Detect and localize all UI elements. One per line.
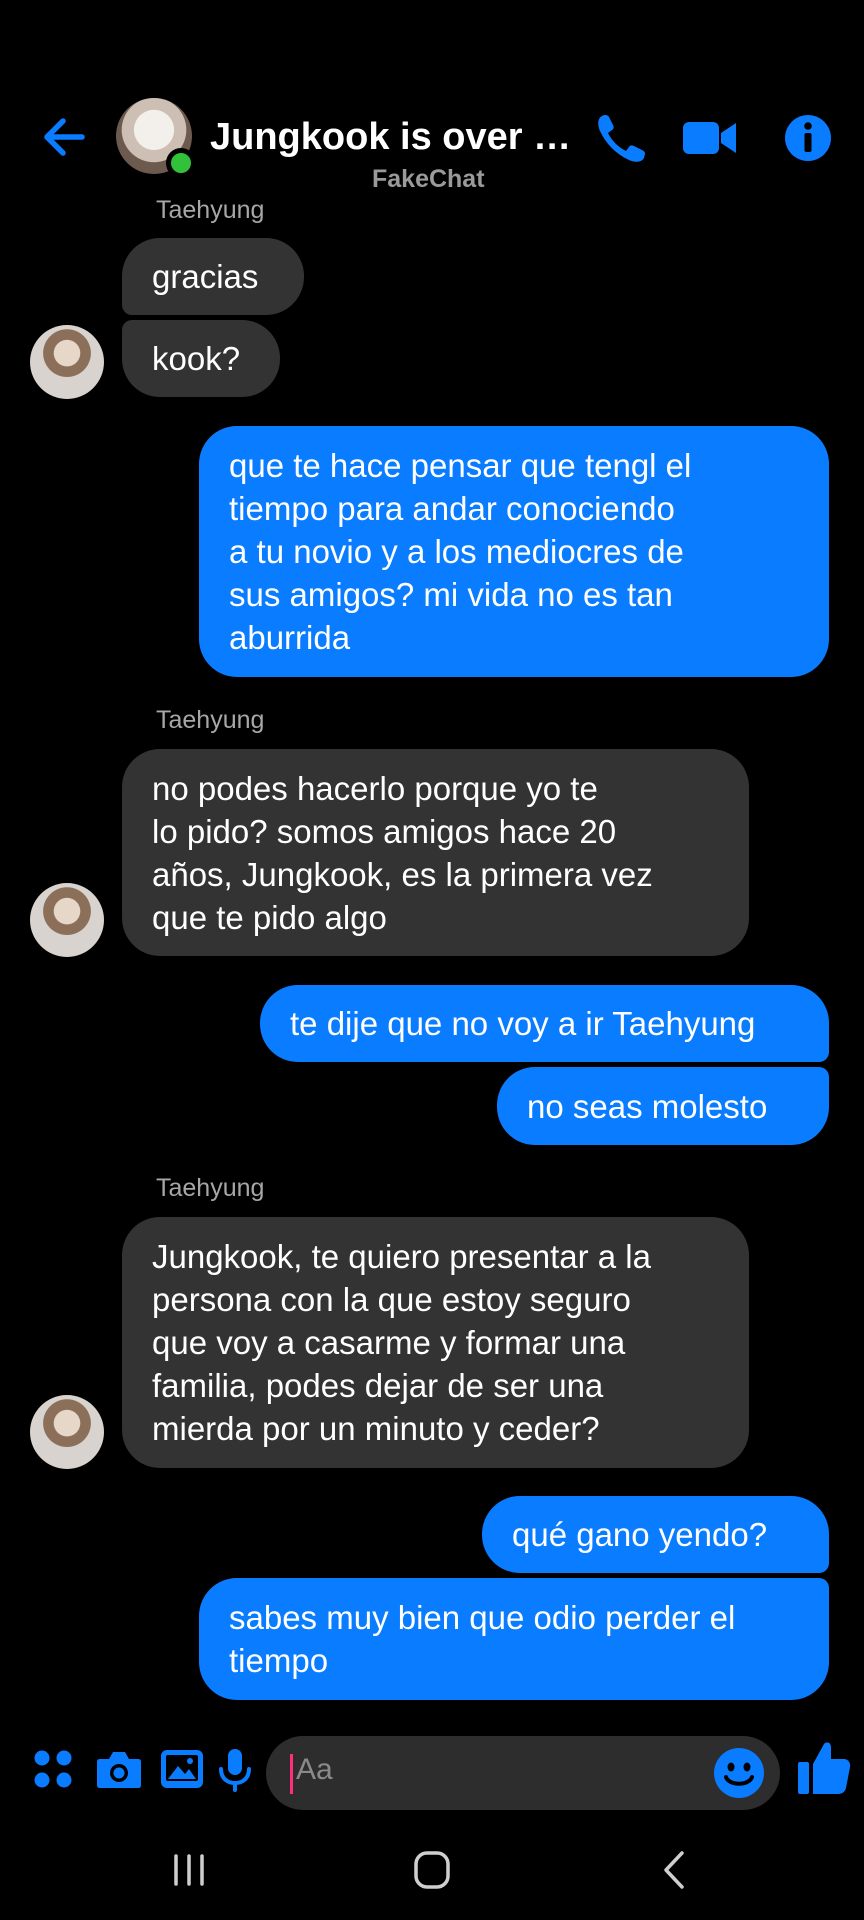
info-button[interactable] bbox=[778, 110, 838, 166]
message-input[interactable]: Aa bbox=[266, 1736, 780, 1810]
home-icon bbox=[414, 1851, 450, 1889]
incoming-message[interactable]: gracias bbox=[122, 238, 304, 315]
outgoing-message[interactable]: sabes muy bien que odio perder el tiempo bbox=[199, 1578, 829, 1700]
online-status-dot bbox=[166, 148, 196, 178]
info-icon bbox=[785, 115, 831, 161]
system-navigation-bar bbox=[0, 1820, 864, 1920]
incoming-message[interactable]: no podes hacerlo porque yo te lo pido? s… bbox=[122, 749, 749, 956]
back-button[interactable] bbox=[38, 110, 92, 164]
like-button[interactable] bbox=[796, 1738, 852, 1798]
sender-name: Taehyung bbox=[156, 196, 265, 224]
phone-icon bbox=[598, 115, 645, 162]
more-actions-button[interactable] bbox=[28, 1744, 78, 1794]
system-back-button[interactable] bbox=[646, 1848, 706, 1892]
contact-subtitle: FakeChat bbox=[372, 165, 485, 193]
thumbs-up-icon bbox=[798, 1742, 851, 1794]
voice-record-button[interactable] bbox=[210, 1744, 260, 1794]
outgoing-message[interactable]: que te hace pensar que tengl el tiempo p… bbox=[199, 426, 829, 677]
emoji-icon bbox=[714, 1748, 764, 1798]
recent-apps-icon bbox=[174, 1854, 204, 1886]
sender-avatar[interactable] bbox=[30, 325, 104, 399]
back-icon bbox=[664, 1851, 684, 1889]
outgoing-message[interactable]: te dije que no voy a ir Taehyung bbox=[260, 985, 829, 1062]
video-call-button[interactable] bbox=[680, 110, 740, 166]
emoji-button[interactable] bbox=[712, 1746, 766, 1800]
sender-name: Taehyung bbox=[156, 1174, 265, 1202]
home-button[interactable] bbox=[402, 1848, 462, 1892]
outgoing-message[interactable]: no seas molesto bbox=[497, 1067, 829, 1145]
menu-dots-icon bbox=[34, 1750, 72, 1788]
video-camera-icon bbox=[683, 122, 736, 154]
contact-avatar[interactable] bbox=[116, 98, 196, 178]
arrow-left-icon bbox=[44, 118, 85, 156]
incoming-message[interactable]: kook? bbox=[122, 320, 280, 397]
sender-name: Taehyung bbox=[156, 706, 265, 734]
camera-icon bbox=[97, 1752, 141, 1788]
chat-header: Jungkook is over p... FakeChat bbox=[0, 0, 864, 200]
sender-avatar[interactable] bbox=[30, 883, 104, 957]
message-input-placeholder: Aa bbox=[296, 1753, 333, 1786]
camera-button[interactable] bbox=[94, 1744, 144, 1794]
gallery-button[interactable] bbox=[157, 1744, 207, 1794]
contact-name[interactable]: Jungkook is over p... bbox=[210, 111, 580, 163]
gallery-icon bbox=[161, 1750, 203, 1788]
microphone-icon bbox=[219, 1749, 251, 1792]
incoming-message[interactable]: Jungkook, te quiero presentar a la perso… bbox=[122, 1217, 749, 1468]
text-cursor bbox=[290, 1754, 293, 1794]
outgoing-message[interactable]: qué gano yendo? bbox=[482, 1496, 829, 1573]
voice-call-button[interactable] bbox=[592, 110, 652, 166]
sender-avatar[interactable] bbox=[30, 1395, 104, 1469]
recent-apps-button[interactable] bbox=[160, 1848, 220, 1892]
